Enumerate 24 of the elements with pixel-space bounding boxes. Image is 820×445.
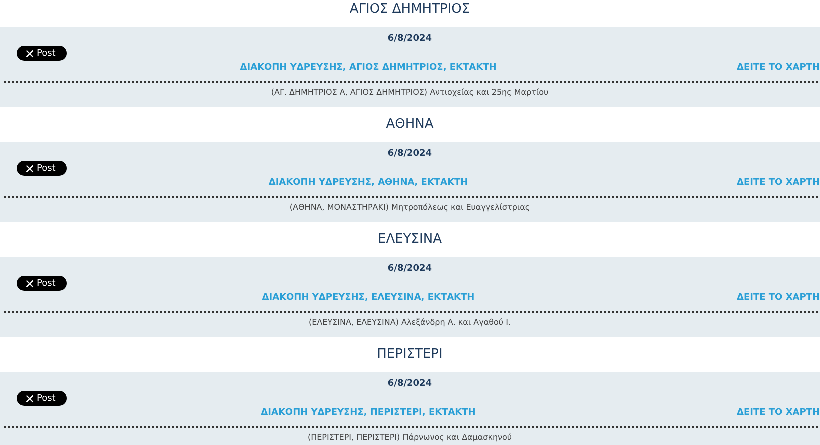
outage-title: ΔΙΑΚΟΠΗ ΥΔΡΕΥΣΗΣ, ΕΛΕΥΣΙΝΑ, ΕΚΤΑΚΤΗ [262, 293, 475, 303]
outage-date: 6/8/2024 [388, 34, 432, 44]
post-button[interactable]: Post [17, 46, 67, 61]
area-heading: ΠΕΡΙΣΤΕΡΙ [377, 347, 443, 362]
outage-address: (ΠΕΡΙΣΤΕΡΙ, ΠΕΡΙΣΤΕΡΙ) Πάρνωνος και Δαμασκηνού [308, 433, 512, 442]
outage-date: 6/8/2024 [388, 149, 432, 159]
outage-title: ΔΙΑΚΟΠΗ ΥΔΡΕΥΣΗΣ, ΑΓΙΟΣ ΔΗΜΗΤΡΙΟΣ, ΕΚΤΑΚΤΗ [240, 63, 497, 73]
x-logo-icon [26, 394, 34, 402]
outage-date: 6/8/2024 [388, 379, 432, 389]
outage-date: 6/8/2024 [388, 264, 432, 274]
post-button[interactable]: Post [17, 276, 67, 291]
outage-address: (ΕΛΕΥΣΙΝΑ, ΕΛΕΥΣΙΝΑ) Αλεξάνδρη Α. και Αγαθού Ι. [308, 318, 511, 327]
area-heading: ΑΓΙΟΣ ΔΗΜΗΤΡΙΟΣ [350, 2, 470, 17]
post-button[interactable]: Post [17, 391, 67, 406]
outage-title: ΔΙΑΚΟΠΗ ΥΔΡΕΥΣΗΣ, ΑΘΗΝΑ, ΕΚΤΑΚΤΗ [268, 178, 468, 188]
x-logo-icon [26, 50, 34, 58]
x-logo-icon [26, 164, 34, 172]
x-logo-icon [26, 280, 34, 288]
outage-address: (ΑΘΗΝΑ, ΜΟΝΑΣΤΗΡΑΚΙ) Μητροπόλεως και Ευαγγελίστριας [290, 203, 530, 212]
area-heading: ΑΘΗΝΑ [386, 117, 434, 132]
outage-title: ΔΙΑΚΟΠΗ ΥΔΡΕΥΣΗΣ, ΠΕΡΙΣΤΕΡΙ, ΕΚΤΑΚΤΗ [261, 408, 476, 418]
area-heading: ΕΛΕΥΣΙΝΑ [378, 232, 442, 247]
outage-address: (ΑΓ. ΔΗΜΗΤΡΙΟΣ Α, ΑΓΙΟΣ ΔΗΜΗΤΡΙΟΣ) Αντιοχείας και 25ης Μαρτίου [271, 88, 549, 97]
post-button[interactable]: Post [17, 161, 67, 176]
